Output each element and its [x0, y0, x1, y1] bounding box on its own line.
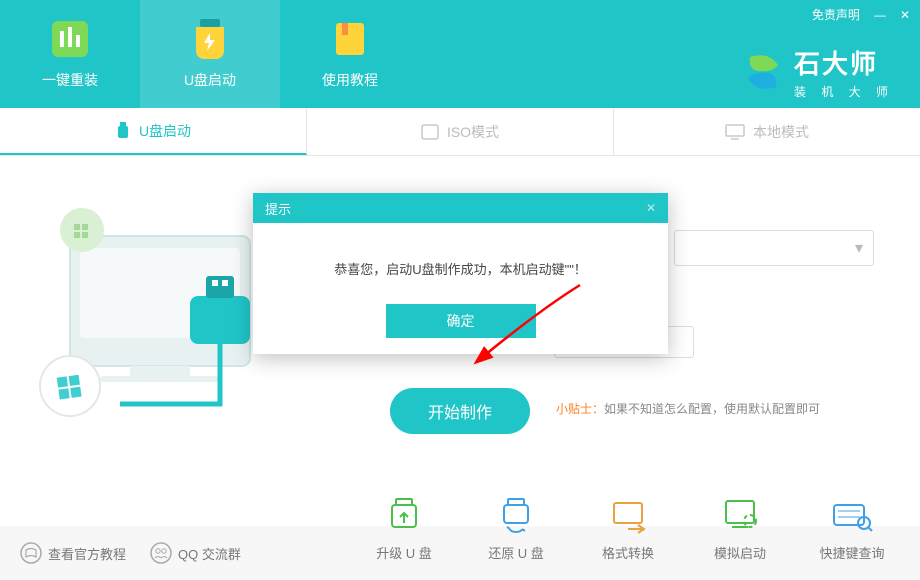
dialog-close-button[interactable]: ✕ [646, 201, 656, 215]
dialog-message: 恭喜您，启动U盘制作成功，本机启动键""！ [253, 223, 668, 304]
dialog-ok-button[interactable]: 确定 [386, 304, 536, 338]
dialog-mask: 提示 ✕ 恭喜您，启动U盘制作成功，本机启动键""！ 确定 [0, 0, 920, 580]
success-dialog: 提示 ✕ 恭喜您，启动U盘制作成功，本机启动键""！ 确定 [253, 193, 668, 354]
dialog-ok-label: 确定 [447, 311, 475, 331]
dialog-footer: 确定 [253, 304, 668, 354]
dialog-header: 提示 ✕ [253, 193, 668, 223]
dialog-title: 提示 [265, 199, 291, 218]
